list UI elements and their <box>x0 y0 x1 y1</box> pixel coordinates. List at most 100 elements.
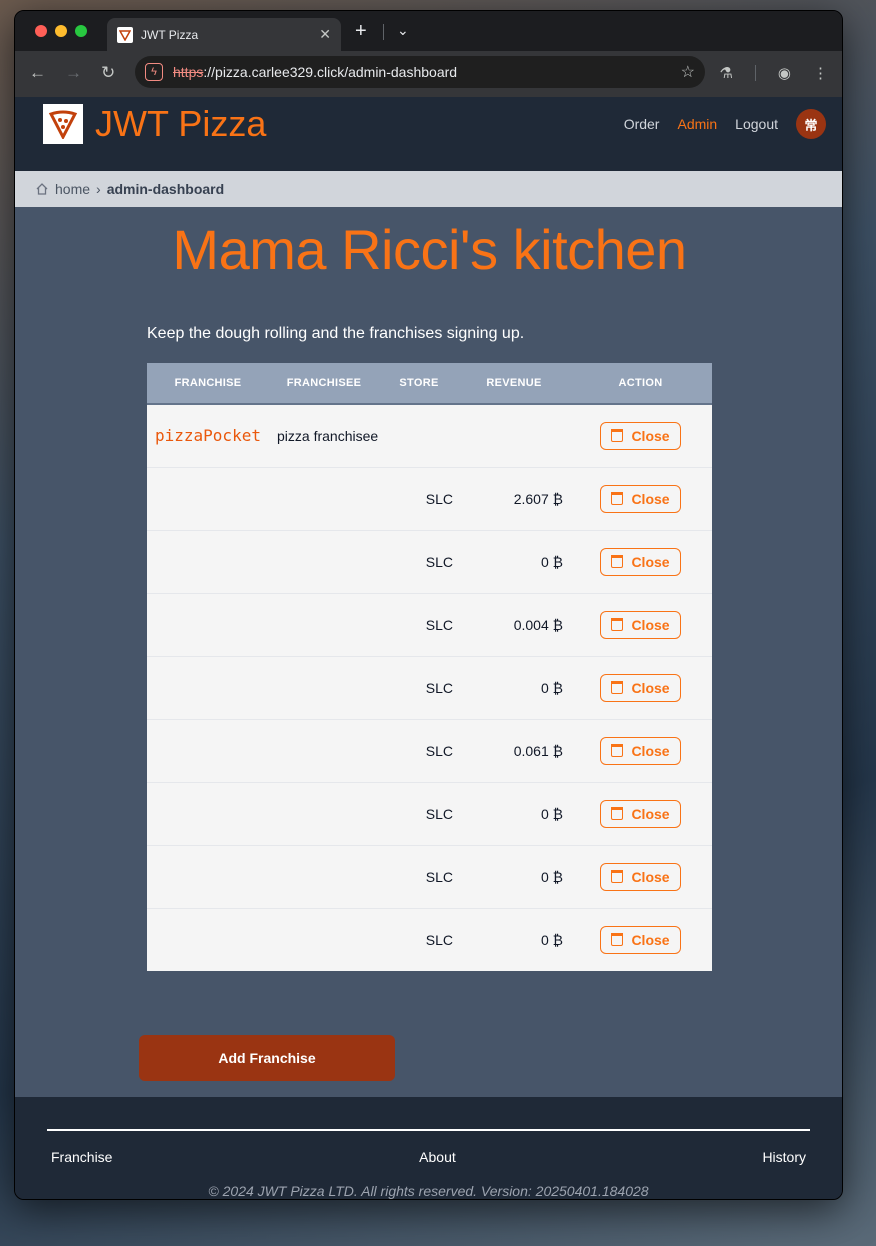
footer-history-link[interactable]: History <box>762 1149 806 1165</box>
franchise-name: pizzaPocket <box>155 426 261 446</box>
breadcrumb-current: admin-dashboard <box>106 181 225 197</box>
store-revenue: 0 ₿ <box>540 553 563 570</box>
footer-divider <box>47 1129 810 1131</box>
trash-icon <box>611 555 624 568</box>
trash-icon <box>611 933 624 947</box>
trash-icon <box>611 807 624 820</box>
store-name: SLC <box>425 742 453 759</box>
close-label: Close <box>631 742 670 759</box>
browser-toolbar: ← → ↻ ϟ https ://pizza.carlee329.click/a… <box>15 51 842 97</box>
site-info-icon[interactable]: ϟ <box>145 63 163 81</box>
url-scheme: https <box>173 64 204 80</box>
avatar[interactable]: 常 <box>796 109 826 139</box>
close-label: Close <box>631 931 670 948</box>
maximize-window-button[interactable] <box>75 25 87 37</box>
footer-links: Franchise About History <box>51 1149 806 1165</box>
reload-icon[interactable]: ↻ <box>101 63 115 83</box>
url-path: ://pizza.carlee329.click/admin-dashboard <box>203 64 458 80</box>
close-label: Close <box>631 553 670 570</box>
close-window-button[interactable] <box>35 25 47 37</box>
franchise-row: pizzaPocket pizza franchisee Close <box>147 404 712 467</box>
site-footer: Franchise About History © 2024 JWT Pizza… <box>15 1097 842 1199</box>
store-revenue: 0 ₿ <box>540 679 563 696</box>
close-franchise-button[interactable]: Close <box>600 421 681 450</box>
store-revenue: 0.061 ₿ <box>513 742 563 759</box>
header-store: Store <box>399 377 439 389</box>
menu-kebab-icon[interactable]: ⋮ <box>813 64 828 82</box>
nav-logout-link[interactable]: Logout <box>735 116 778 132</box>
address-bar[interactable]: ϟ https ://pizza.carlee329.click/admin-d… <box>135 56 705 88</box>
nav-admin-link[interactable]: Admin <box>677 116 717 132</box>
store-revenue: 0 ₿ <box>540 805 563 822</box>
tab-bar: JWT Pizza ✕ + ⌄ <box>15 11 842 51</box>
trash-icon <box>611 618 624 631</box>
window-controls <box>35 25 87 37</box>
main-nav: Order Admin Logout 常 <box>624 109 826 139</box>
forward-arrow-icon[interactable]: → <box>65 63 82 83</box>
store-revenue: 0 ₿ <box>540 868 563 885</box>
nav-order-link[interactable]: Order <box>624 116 660 132</box>
close-store-button[interactable]: Close <box>600 736 681 765</box>
browser-window: JWT Pizza ✕ + ⌄ ← → ↻ ϟ https ://pizza.c… <box>14 10 843 1200</box>
table-row: SLC 0 ₿ Close <box>147 656 712 719</box>
close-store-button[interactable]: Close <box>600 862 681 891</box>
labs-flask-icon[interactable]: ⚗ <box>719 64 732 82</box>
store-name: SLC <box>425 931 453 948</box>
store-revenue: 0 ₿ <box>540 931 563 948</box>
back-arrow-icon[interactable]: ← <box>29 63 46 83</box>
page-title: Mama Ricci's kitchen <box>172 218 687 281</box>
close-store-button[interactable]: Close <box>600 673 681 702</box>
footer-about-link[interactable]: About <box>419 1149 456 1165</box>
store-revenue: 2.607 ₿ <box>513 490 563 507</box>
copyright-text: © 2024 JWT Pizza LTD. All rights reserve… <box>208 1183 649 1199</box>
bookmark-star-icon[interactable]: ☆ <box>681 62 695 82</box>
close-store-button[interactable]: Close <box>600 547 681 576</box>
breadcrumb-home-link[interactable]: home <box>55 181 90 197</box>
brand-title[interactable]: JWT Pizza <box>95 103 266 145</box>
tab-title: JWT Pizza <box>141 27 199 42</box>
page-subtitle: Keep the dough rolling and the franchise… <box>147 325 525 342</box>
main-content: Mama Ricci's kitchen Keep the dough roll… <box>15 207 842 1097</box>
close-tab-icon[interactable]: ✕ <box>319 26 331 43</box>
toolbar-separator <box>754 65 756 81</box>
store-name: SLC <box>425 553 453 570</box>
store-name: SLC <box>425 805 453 822</box>
pizza-favicon-icon <box>117 26 133 43</box>
store-revenue: 0.004 ₿ <box>513 616 563 633</box>
close-store-button[interactable]: Close <box>600 799 681 828</box>
revenue-cell <box>459 404 569 467</box>
close-label: Close <box>631 805 670 822</box>
add-franchise-button[interactable]: Add Franchise <box>139 1035 395 1081</box>
table-row: SLC 0 ₿ Close <box>147 782 712 845</box>
header-action: Action <box>618 377 663 389</box>
close-store-button[interactable]: Close <box>600 925 681 954</box>
minimize-window-button[interactable] <box>55 25 67 37</box>
trash-icon <box>611 429 624 443</box>
trash-icon <box>611 681 624 694</box>
browser-tab[interactable]: JWT Pizza ✕ <box>107 18 341 51</box>
home-icon[interactable] <box>35 182 49 196</box>
close-label: Close <box>631 679 670 696</box>
pizza-logo-icon[interactable] <box>43 104 83 144</box>
new-tab-icon[interactable]: + <box>355 20 367 43</box>
site-header: JWT Pizza Order Admin Logout 常 <box>15 97 842 171</box>
breadcrumb: home › admin-dashboard <box>15 171 842 207</box>
header-franchisee: Franchisee <box>286 377 362 389</box>
chevron-right-icon: › <box>96 181 101 197</box>
profile-icon[interactable]: ◉ <box>778 64 791 82</box>
table-row: SLC 0.061 ₿ Close <box>147 719 712 782</box>
footer-franchise-link[interactable]: Franchise <box>51 1149 112 1165</box>
table-row: SLC 0 ₿ Close <box>147 845 712 908</box>
franchisee-name: pizza franchisee <box>277 427 379 444</box>
close-label: Close <box>631 616 670 633</box>
tab-search-chevron-icon[interactable]: ⌄ <box>397 22 409 39</box>
close-store-button[interactable]: Close <box>600 484 681 513</box>
table-header-row: Franchise Franchisee Store Revenue Actio… <box>147 363 712 404</box>
table-row: SLC 0.004 ₿ Close <box>147 593 712 656</box>
tab-separator <box>383 24 384 40</box>
franchise-table: Franchise Franchisee Store Revenue Actio… <box>147 363 712 971</box>
trash-icon <box>611 492 624 505</box>
close-label: Close <box>631 490 670 507</box>
store-name: SLC <box>425 490 453 507</box>
close-store-button[interactable]: Close <box>600 610 681 639</box>
